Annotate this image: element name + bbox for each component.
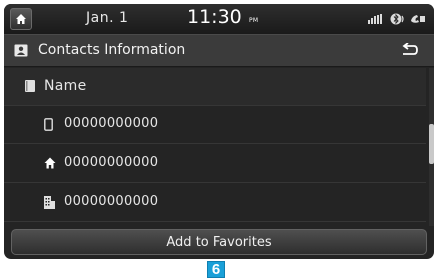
clock-ampm: PM xyxy=(249,17,259,24)
back-button[interactable] xyxy=(396,41,422,59)
home-button[interactable] xyxy=(10,8,32,30)
contact-book-icon xyxy=(25,80,35,92)
contact-card-icon xyxy=(14,44,28,57)
signal-icon xyxy=(368,14,382,24)
phone-number: 00000000000 xyxy=(64,155,159,170)
status-icons xyxy=(368,13,426,25)
home-phone-icon xyxy=(44,157,56,169)
infotainment-screen: Jan. 1 11:30 PM Contacts Information Nam… xyxy=(4,4,434,259)
mobile-phone-icon xyxy=(44,118,53,131)
phone-number: 00000000000 xyxy=(64,194,159,209)
phone-number: 00000000000 xyxy=(64,116,159,131)
contact-name: Name xyxy=(44,78,87,94)
screen-header: Contacts Information xyxy=(4,35,434,67)
phone-number-row-home[interactable]: 00000000000 xyxy=(4,145,426,183)
office-building-icon xyxy=(44,196,55,209)
date-display: Jan. 1 xyxy=(86,10,129,26)
clock-time: 11:30 xyxy=(187,6,242,28)
phone-number-row-office[interactable]: 00000000000 xyxy=(4,184,426,222)
back-arrow-icon xyxy=(402,43,418,55)
bluetooth-icon xyxy=(390,13,404,25)
scrollbar[interactable] xyxy=(429,68,434,226)
callout-number-label: 6 xyxy=(207,261,225,278)
contact-name-row: Name xyxy=(4,68,426,106)
scrollbar-thumb[interactable] xyxy=(429,124,434,164)
phone-number-row-mobile[interactable]: 00000000000 xyxy=(4,106,426,144)
phone-battery-icon xyxy=(411,15,425,23)
status-bar: Jan. 1 11:30 PM xyxy=(4,4,434,35)
add-to-favorites-button[interactable]: Add to Favorites xyxy=(11,229,427,255)
home-icon xyxy=(16,14,26,24)
page-title: Contacts Information xyxy=(38,42,186,58)
